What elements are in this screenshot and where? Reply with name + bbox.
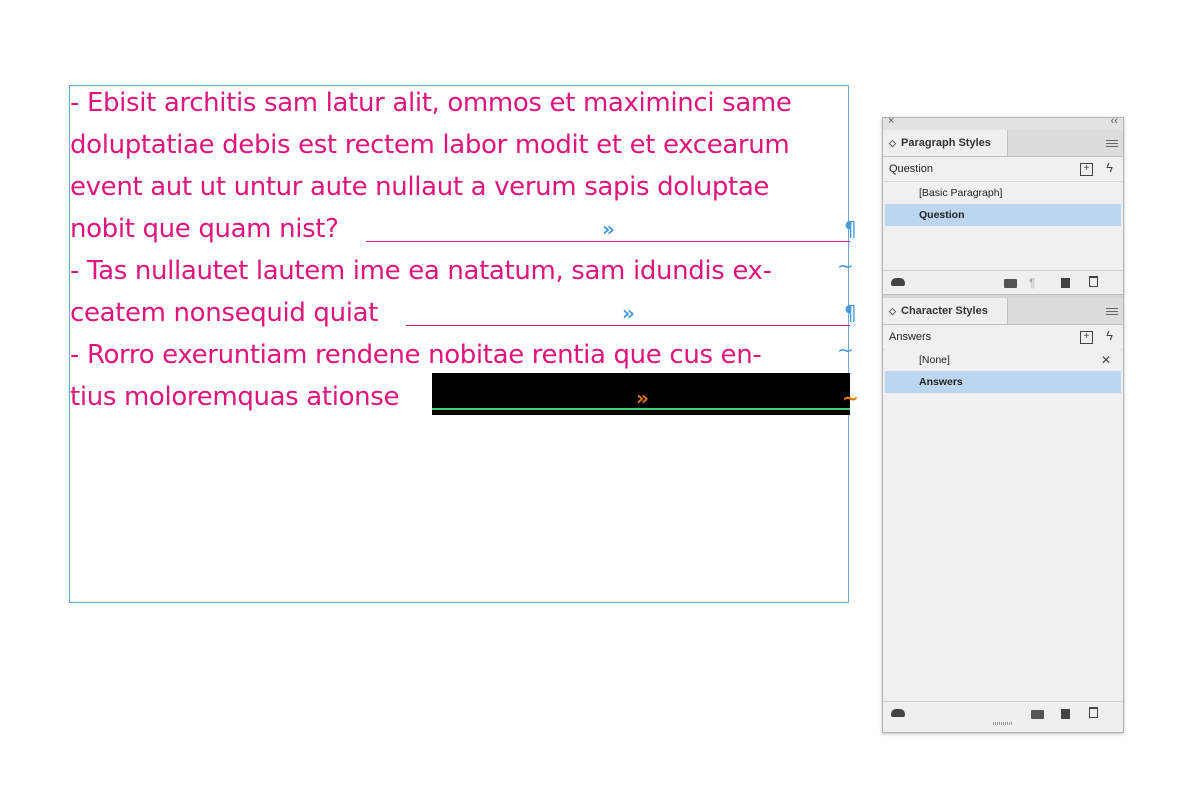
list-item[interactable]: [Basic Paragraph]	[885, 182, 1121, 204]
chevron-updown-icon: ◇	[889, 138, 896, 148]
paragraph-styles-tabstrip: ◇ Paragraph Styles	[883, 130, 1123, 157]
text-line-4[interactable]: nobit que quam nist?	[70, 214, 339, 256]
panel-menu-icon[interactable]	[1106, 306, 1118, 316]
cc-library-icon[interactable]	[891, 278, 905, 286]
character-styles-tabstrip: ◇ Character Styles	[883, 298, 1123, 325]
discretionary-hyphen-icon: ~	[837, 338, 854, 362]
collapse-icon[interactable]: ‹‹	[1111, 115, 1118, 127]
chevron-updown-icon: ◇	[889, 306, 896, 316]
tab-marker-icon: »	[602, 217, 615, 241]
lightning-icon[interactable]: ϟ	[1106, 160, 1113, 175]
new-page-icon[interactable]	[1061, 278, 1070, 288]
new-page-icon[interactable]	[1061, 709, 1070, 719]
tab-label: Paragraph Styles	[901, 137, 991, 149]
new-style-icon[interactable]: +	[1080, 163, 1093, 176]
text-line-5[interactable]: - Tas nullautet lautem ime ea natatum, s…	[70, 256, 772, 298]
text-line-2[interactable]: doluptatiae debis est rectem labor modit…	[70, 130, 790, 172]
tab-marker-icon: »	[622, 301, 635, 325]
character-current-row: Answers + ϟ	[883, 325, 1123, 350]
trash-icon[interactable]	[1089, 707, 1098, 718]
panel-menu-icon[interactable]	[1106, 138, 1118, 148]
tab-label: Character Styles	[901, 305, 988, 317]
trash-icon[interactable]	[1089, 276, 1098, 287]
current-paragraph-style: Question	[889, 163, 934, 175]
paragraph-current-row: Question + ϟ	[883, 157, 1123, 182]
end-marker-icon: ~	[842, 386, 859, 410]
resize-grip[interactable]	[993, 722, 1013, 725]
text-line-1[interactable]: - Ebisit architis sam latur alit, ommos …	[70, 88, 792, 130]
text-line-3[interactable]: event aut ut untur aute nullaut a verum …	[70, 172, 769, 214]
pilcrow-icon: ¶	[844, 217, 857, 241]
list-item-label: [None]	[919, 354, 950, 366]
text-frame[interactable]: - Ebisit architis sam latur alit, ommos …	[69, 85, 859, 603]
paragraph-bottom-bar: ¶	[883, 270, 1123, 295]
text-line-6[interactable]: ceatem nonsequid quiat	[70, 298, 378, 340]
tab-paragraph-styles[interactable]: ◇ Paragraph Styles	[883, 130, 1008, 156]
pilcrow-icon: ¶	[844, 301, 857, 325]
answer-rule-1	[366, 241, 850, 242]
character-bottom-bar	[883, 701, 1123, 726]
lightning-icon[interactable]: ϟ	[1106, 328, 1113, 343]
tab-marker-icon: »	[636, 386, 649, 410]
folder-icon[interactable]	[1031, 710, 1044, 719]
folder-icon[interactable]	[1004, 279, 1017, 288]
paragraph-styles-list: [Basic Paragraph] Question	[885, 182, 1121, 268]
list-item[interactable]: [None] ✕	[885, 349, 1121, 371]
close-icon[interactable]: ×	[888, 115, 894, 127]
cc-library-icon[interactable]	[891, 709, 905, 717]
discretionary-hyphen-icon: ~	[837, 254, 854, 278]
character-styles-list: [None] ✕ Answers	[885, 349, 1121, 699]
list-item-selected[interactable]: Answers	[885, 371, 1121, 393]
styles-panel: × ‹‹ ◇ Paragraph Styles Question + ϟ [Ba…	[882, 115, 1124, 733]
current-character-style: Answers	[889, 331, 932, 343]
pencil-cross-icon: ✕	[1100, 353, 1111, 367]
clear-overrides-icon[interactable]: ¶	[1029, 276, 1035, 290]
list-item-selected[interactable]: Question	[885, 204, 1121, 226]
new-style-icon[interactable]: +	[1080, 331, 1093, 344]
text-line-8[interactable]: tius moloremquas ationse	[70, 382, 399, 424]
answer-rule-2	[406, 325, 850, 326]
tab-character-styles[interactable]: ◇ Character Styles	[883, 298, 1008, 324]
